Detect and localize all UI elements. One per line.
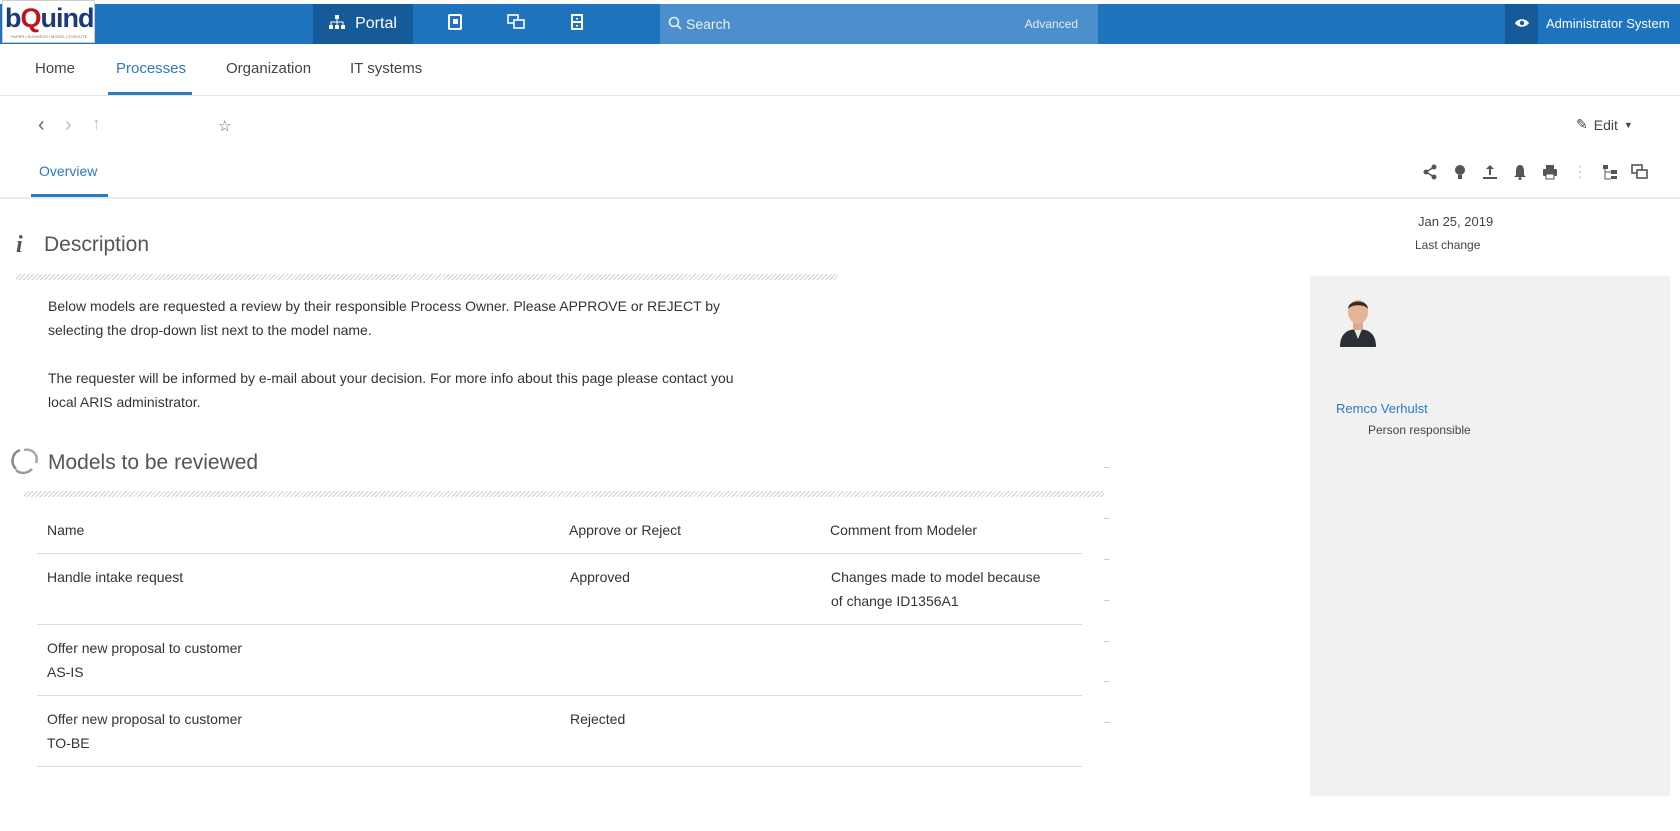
divider-mark (1104, 600, 1110, 601)
pencil-icon: ✎ (1576, 116, 1588, 132)
up-arrow-icon[interactable]: ↑ (92, 114, 101, 134)
bell-icon[interactable] (1510, 162, 1530, 182)
models-title: Models to be reviewed (48, 451, 259, 474)
view-mode-button[interactable] (1505, 4, 1538, 44)
comment-line1: Changes made to model because (831, 569, 1041, 585)
tab-organization[interactable]: Organization (226, 60, 311, 77)
model-name-link[interactable]: Offer new proposal to customer TO-BE (47, 707, 242, 755)
person-role: Person responsible (1368, 423, 1471, 437)
share-icon[interactable] (1420, 162, 1440, 182)
model-name-line1: Handle intake request (47, 569, 184, 585)
description-divider (16, 274, 838, 280)
description-p1-line1: Below models are requested a review by t… (48, 298, 721, 314)
info-icon: i (16, 232, 23, 258)
search-input[interactable]: Search (686, 16, 730, 32)
print-icon[interactable] (1540, 162, 1560, 182)
star-icon[interactable]: ☆ (218, 117, 231, 135)
chevron-down-icon: ▼ (1623, 119, 1633, 130)
divider-mark (1104, 681, 1110, 682)
logo: bQuind PAPER | BUSINESS | MODEL | EXECUT… (2, 0, 95, 43)
upload-icon[interactable] (1480, 162, 1500, 182)
divider-mark (1104, 722, 1110, 723)
model-name-link[interactable]: Offer new proposal to customer AS-IS (47, 636, 242, 684)
back-arrow-icon[interactable]: ‹ (38, 114, 45, 137)
column-header-approve: Approve or Reject (569, 522, 682, 538)
repository-nav-button[interactable] (556, 4, 598, 44)
model-name-line1: Offer new proposal to customer (47, 711, 243, 727)
structure-icon[interactable] (1600, 162, 1620, 182)
active-tab-indicator (108, 92, 192, 95)
description-title: Description (44, 233, 150, 256)
model-name-line2: AS-IS (47, 664, 84, 680)
row-divider (37, 624, 1082, 625)
main-tabs: Home Processes Organization IT systems (0, 44, 1680, 96)
lightbulb-icon[interactable] (1450, 162, 1470, 182)
app-root: Portal Search Advanced Administrator Sys… (0, 0, 1680, 831)
portal-label: Portal (355, 15, 397, 32)
divider-mark (1104, 559, 1110, 560)
description-paragraph-2: The requester will be informed by e-mail… (48, 366, 838, 414)
designer-nav-button[interactable] (434, 4, 476, 44)
row-divider (37, 695, 1082, 696)
description-paragraph-1: Below models are requested a review by t… (48, 294, 838, 342)
last-change-date: Jan 25, 2019 (1418, 214, 1494, 229)
divider-mark (1104, 518, 1110, 519)
eye-icon (1514, 15, 1530, 33)
edit-label: Edit (1593, 116, 1618, 133)
collaboration-nav-button[interactable] (495, 4, 537, 44)
search-bar[interactable]: Search Advanced (660, 4, 1098, 44)
description-p2-line1: The requester will be informed by e-mail… (48, 370, 734, 386)
tab-it-systems[interactable]: IT systems (350, 60, 422, 77)
row-divider (37, 766, 1082, 767)
logo-text: bQuind (5, 3, 94, 33)
search-icon (668, 16, 682, 35)
portal-nav-button[interactable]: Portal (313, 4, 413, 44)
tab-processes[interactable]: Processes (116, 60, 186, 77)
column-header-comment: Comment from Modeler (830, 522, 978, 538)
description-p2-line2: local ARIS administrator. (48, 394, 201, 410)
table-header-divider (37, 553, 1082, 554)
responsible-panel: Remco Verhulst Person responsible (1310, 276, 1670, 796)
divider-mark (1104, 467, 1110, 468)
separator: ⋮ (1572, 164, 1588, 181)
forward-arrow-icon[interactable]: › (65, 114, 72, 137)
model-name-link[interactable]: Handle intake request (47, 565, 183, 589)
models-divider (24, 491, 1104, 497)
model-name-line2: TO-BE (47, 735, 90, 751)
top-bar: Portal Search Advanced Administrator Sys… (0, 4, 1680, 44)
hierarchy-icon (329, 14, 346, 34)
review-cycle-icon (10, 447, 40, 480)
approval-status[interactable]: Rejected (570, 707, 625, 731)
comment-line2: of change ID1356A1 (831, 593, 959, 609)
column-header-name: Name (47, 522, 85, 538)
advanced-search-link[interactable]: Advanced (1025, 17, 1078, 31)
model-name-line1: Offer new proposal to customer (47, 640, 243, 656)
tab-overview[interactable]: Overview (39, 163, 97, 179)
description-p1-line2: selecting the drop-down list next to the… (48, 322, 372, 338)
approval-status[interactable]: Approved (570, 565, 630, 589)
cabinet-icon (571, 13, 583, 35)
chat-icon (507, 13, 525, 35)
action-toolbar: ⋮ (1420, 162, 1650, 182)
user-menu[interactable]: Administrator System ▼ (1546, 16, 1680, 31)
subtab-divider (0, 197, 1680, 199)
edit-menu-button[interactable]: ✎ Edit ▼ (1576, 116, 1633, 133)
divider-mark (1104, 641, 1110, 642)
logo-tagline: PAPER | BUSINESS | MODEL | EXECUTE (11, 34, 88, 39)
person-name-link[interactable]: Remco Verhulst (1336, 401, 1428, 416)
comments-icon[interactable] (1630, 162, 1650, 182)
tab-home[interactable]: Home (35, 60, 75, 77)
last-change-label: Last change (1415, 238, 1481, 252)
modeler-comment: Changes made to model because of change … (831, 565, 1040, 613)
user-name: Administrator System (1546, 16, 1670, 31)
document-icon (448, 13, 462, 35)
avatar[interactable] (1338, 297, 1378, 347)
